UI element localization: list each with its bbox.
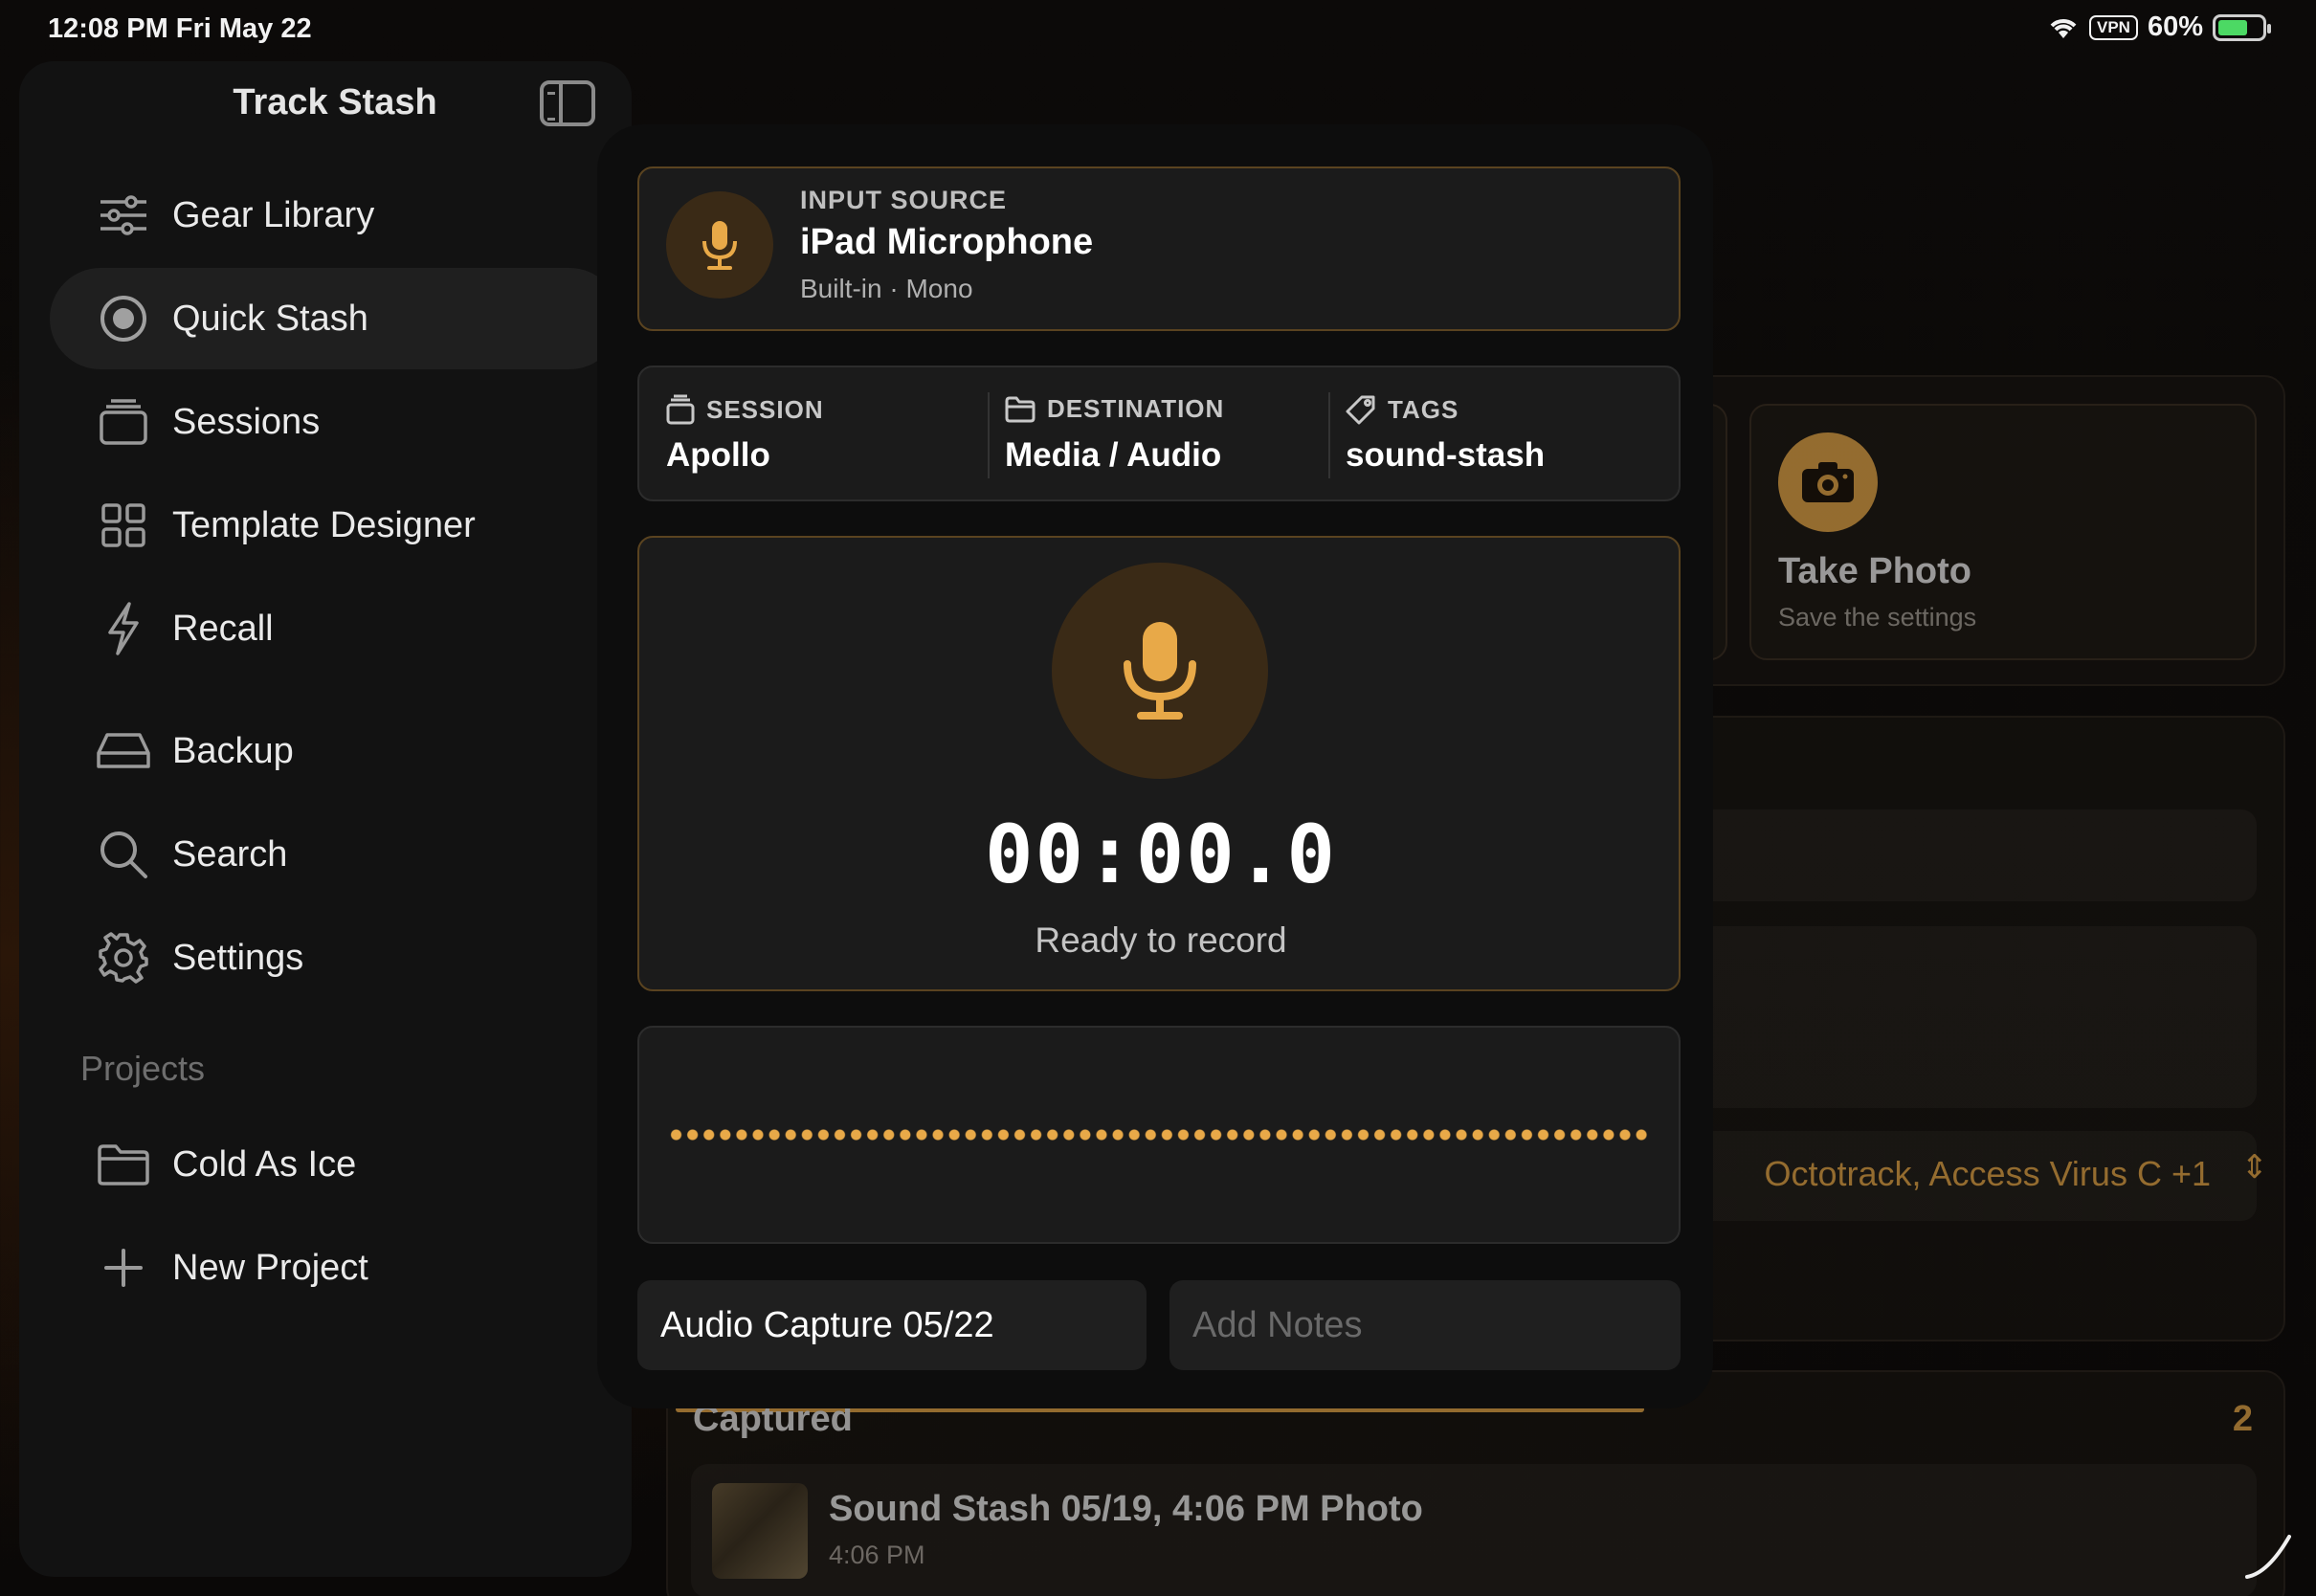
sidebar-item-label: Cold As Ice — [172, 1143, 357, 1185]
input-source-detail: Built-in · Mono — [800, 274, 973, 303]
divider — [988, 392, 990, 478]
captured-item-time: 4:06 PM — [829, 1541, 925, 1569]
tag-icon — [1346, 395, 1375, 425]
sidebar-item-backup[interactable]: Backup — [50, 700, 620, 802]
folder-icon — [1005, 396, 1036, 422]
session-value: Apollo — [666, 436, 770, 474]
sidebar-item-search[interactable]: Search — [50, 804, 620, 905]
sidebar-item-label: Search — [172, 833, 288, 875]
stack-icon — [96, 394, 151, 450]
tags-label: TAGS — [1346, 394, 1459, 425]
photo-thumbnail — [712, 1483, 808, 1579]
recorder-card: 00:00.0 Ready to record — [637, 536, 1681, 991]
sidebar-item-settings[interactable]: Settings — [50, 907, 620, 1009]
microphone-icon — [1124, 622, 1196, 720]
projects-header: Projects — [80, 1049, 206, 1088]
session-label: SESSION — [666, 394, 824, 425]
sidebar-item-quick-stash[interactable]: Quick Stash — [50, 268, 620, 369]
destination-label: DESTINATION — [1005, 394, 1224, 424]
captured-count: 2 — [2232, 1399, 2253, 1439]
sliders-icon — [96, 188, 151, 243]
recording-status: Ready to record — [1035, 920, 1287, 960]
take-photo-title: Take Photo — [1778, 551, 1971, 591]
sidebar-item-label: Sessions — [172, 401, 321, 442]
sidebar-item-label: Backup — [172, 730, 294, 771]
divider — [1328, 392, 1330, 478]
captured-item-title: Sound Stash 05/19, 4:06 PM Photo — [829, 1489, 1423, 1529]
sidebar-item-sessions[interactable]: Sessions — [50, 371, 620, 473]
bolt-icon — [96, 601, 151, 656]
drive-icon — [96, 723, 151, 779]
capture-title-input[interactable]: Audio Capture 05/22 — [637, 1280, 1147, 1370]
recording-timer: 00:00.0 — [984, 808, 1337, 901]
folder-icon — [96, 1137, 151, 1192]
waveform-card — [637, 1026, 1681, 1244]
input-source-name: iPad Microphone — [800, 222, 1094, 262]
sidebar-item-label: Recall — [172, 608, 274, 649]
grid-icon — [96, 498, 151, 553]
waveform-dots — [668, 1129, 1650, 1141]
notes-input[interactable]: Add Notes — [1169, 1280, 1681, 1370]
record-button[interactable] — [1052, 563, 1268, 779]
gear-selector-value: Octotrack, Access Virus C +1 — [1764, 1154, 2211, 1193]
sidebar-item-recall[interactable]: Recall — [50, 578, 620, 679]
plus-icon — [96, 1240, 151, 1296]
pencil-indicator-icon — [2245, 1535, 2291, 1579]
stack-icon — [666, 394, 695, 425]
sidebar-item-label: Template Designer — [172, 504, 476, 545]
destination-value: Media / Audio — [1005, 436, 1222, 474]
camera-icon — [1778, 432, 1878, 532]
tags-value: sound-stash — [1346, 436, 1546, 474]
new-project-button[interactable]: New Project — [50, 1217, 620, 1319]
sidebar-item-gear-library[interactable]: Gear Library — [50, 165, 620, 266]
sidebar-item-label: Quick Stash — [172, 298, 368, 339]
sidebar-item-label: Gear Library — [172, 194, 375, 235]
microphone-icon — [666, 191, 773, 299]
sidebar: Track Stash Gear Library Quick Stash Ses… — [19, 61, 632, 1577]
record-icon — [96, 291, 151, 346]
sidebar-project-cold-as-ice[interactable]: Cold As Ice — [50, 1114, 620, 1215]
sidebar-item-label: Settings — [172, 937, 304, 978]
captured-item[interactable]: Sound Stash 05/19, 4:06 PM Photo 4:06 PM — [691, 1464, 2257, 1596]
capture-metadata-card: SESSION Apollo DESTINATION Media / Audio… — [637, 366, 1681, 501]
search-icon — [96, 827, 151, 882]
gear-icon — [96, 930, 151, 986]
take-photo-subtitle: Save the settings — [1778, 603, 1977, 632]
input-source-card[interactable]: INPUT SOURCE iPad Microphone Built-in · … — [637, 166, 1681, 331]
sidebar-item-label: New Project — [172, 1247, 368, 1288]
take-photo-card[interactable]: Take Photo Save the settings — [1749, 404, 2257, 660]
chevron-updown-icon: ⇕ — [2240, 1149, 2269, 1186]
input-source-kicker: INPUT SOURCE — [800, 186, 1008, 214]
sidebar-toggle-icon[interactable] — [540, 80, 595, 126]
sidebar-item-template-designer[interactable]: Template Designer — [50, 475, 620, 576]
